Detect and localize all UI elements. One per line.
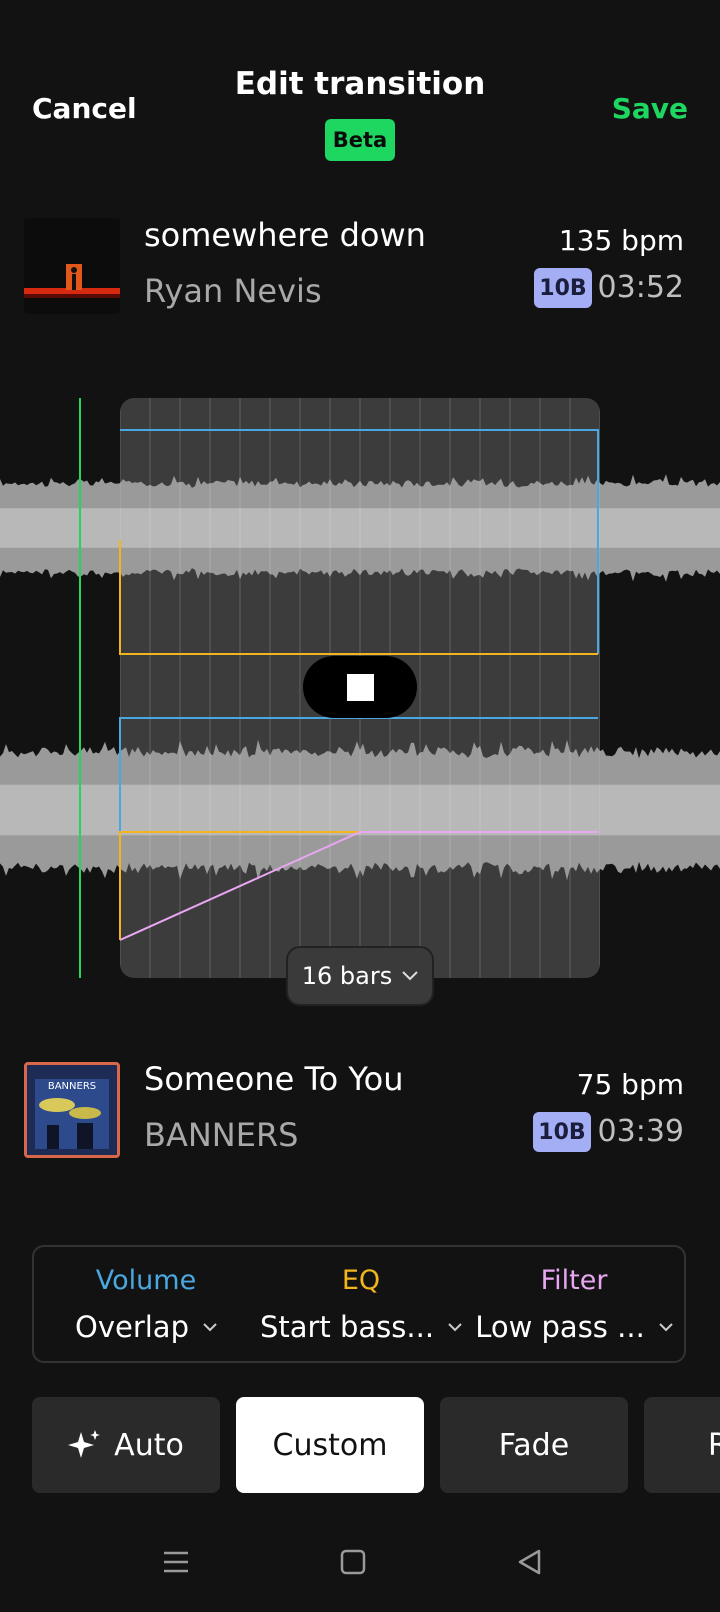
track-b-duration: 03:39 — [597, 1114, 684, 1149]
track-a-artwork — [24, 218, 120, 314]
track-a-title: somewhere down — [144, 216, 426, 254]
eq-control[interactable]: EQ Start bass... — [258, 1247, 464, 1361]
volume-dropdown[interactable]: Overlap — [34, 1310, 258, 1344]
track-b-artwork: BANNERS — [24, 1062, 120, 1158]
track-a-duration: 03:52 — [597, 270, 684, 305]
preset-fade-label: Fade — [498, 1427, 570, 1463]
track-a-artist: Ryan Nevis — [144, 272, 322, 310]
filter-control[interactable]: Filter Low pass ... — [464, 1247, 684, 1361]
transition-length-dropdown[interactable]: 16 bars — [286, 946, 434, 1006]
track-a-bpm: 135 bpm — [558, 224, 684, 257]
filter-dropdown[interactable]: Low pass ... — [464, 1310, 684, 1344]
volume-control[interactable]: Volume Overlap — [34, 1247, 258, 1361]
chevron-down-icon — [448, 1322, 462, 1331]
home-icon[interactable] — [340, 1548, 366, 1583]
transition-length-label: 16 bars — [301, 962, 393, 990]
preset-auto-label: Auto — [114, 1427, 184, 1463]
eq-value: Start bass... — [259, 1310, 435, 1344]
stop-button[interactable] — [303, 656, 417, 718]
track-b-artist: BANNERS — [144, 1116, 299, 1154]
chevron-down-icon — [402, 971, 418, 981]
stop-icon — [346, 673, 374, 701]
chevron-down-icon — [659, 1322, 673, 1331]
menu-icon[interactable] — [162, 1548, 190, 1583]
track-b-title: Someone To You — [144, 1060, 404, 1098]
preset-custom-button[interactable]: Custom — [236, 1397, 424, 1493]
preset-custom-label: Custom — [272, 1427, 388, 1463]
track-b-key-badge: 10B — [533, 1112, 591, 1152]
save-button[interactable]: Save — [612, 92, 688, 125]
volume-value: Overlap — [75, 1310, 189, 1344]
preset-next-button[interactable]: R — [644, 1397, 720, 1493]
chevron-down-icon — [203, 1322, 217, 1331]
back-icon[interactable] — [517, 1548, 543, 1583]
filter-value: Low pass ... — [475, 1310, 645, 1344]
eq-dropdown[interactable]: Start bass... — [258, 1310, 464, 1344]
volume-label: Volume — [95, 1265, 197, 1296]
track-b-bpm: 75 bpm — [576, 1068, 684, 1101]
track-b-art-text: BANNERS — [48, 1081, 96, 1092]
transition-controls-panel: Volume Overlap EQ Start bass... Filter L… — [32, 1245, 686, 1363]
sparkle-icon — [68, 1430, 101, 1458]
track-a-key-badge: 10B — [534, 268, 592, 308]
preset-fade-button[interactable]: Fade — [440, 1397, 628, 1493]
preset-next-label: R — [708, 1427, 720, 1463]
eq-label: EQ — [341, 1265, 381, 1296]
beta-badge: Beta — [325, 119, 395, 161]
preset-auto-button[interactable]: Auto — [32, 1397, 220, 1493]
filter-label: Filter — [540, 1265, 608, 1296]
